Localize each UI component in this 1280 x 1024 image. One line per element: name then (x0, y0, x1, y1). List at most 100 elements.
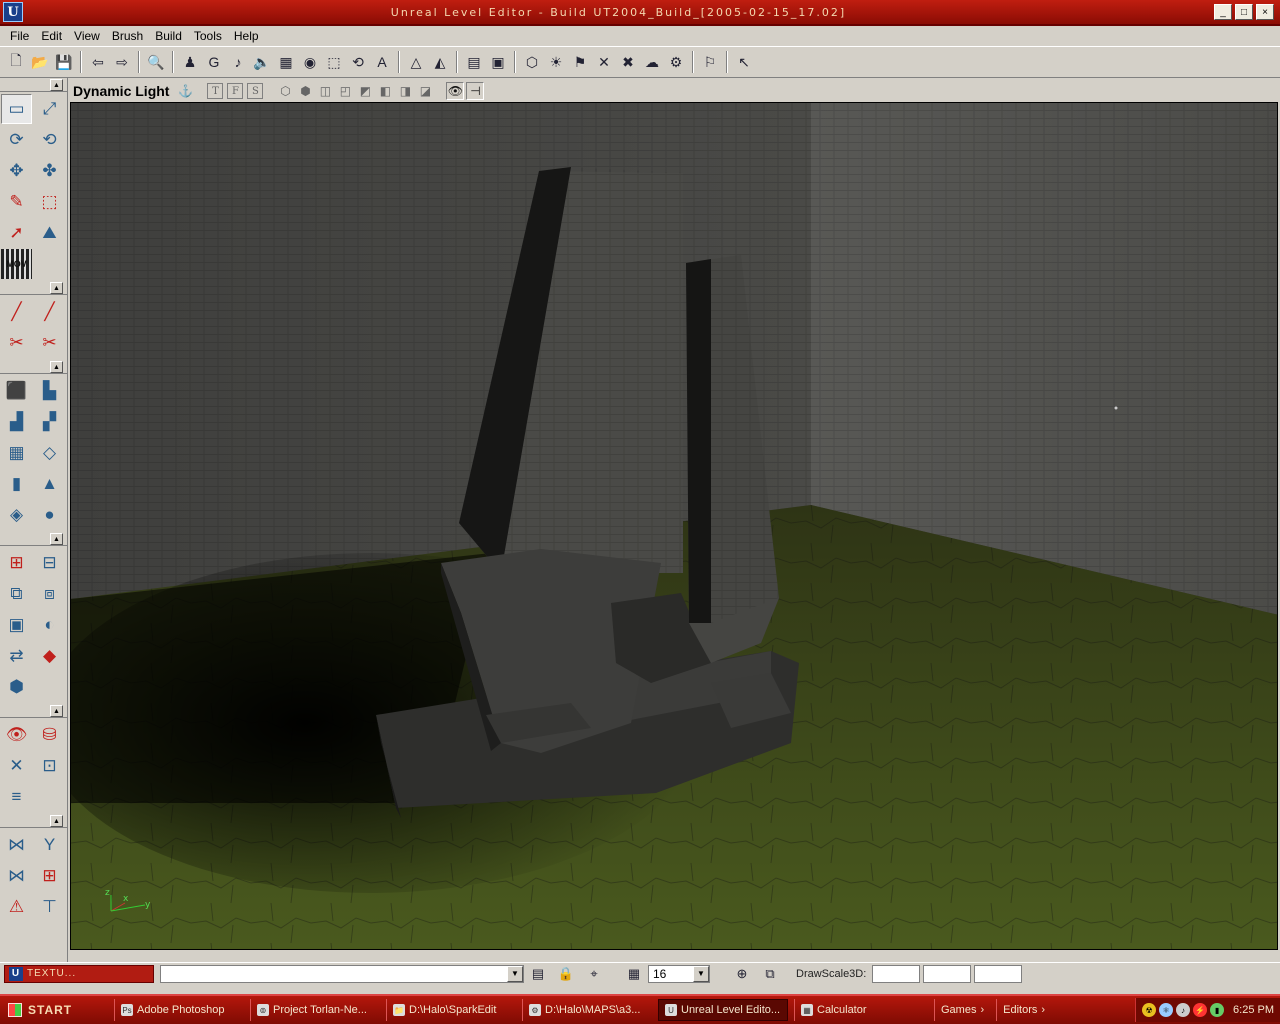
build-options-icon[interactable]: ☁ (641, 51, 663, 73)
chevron-down-icon[interactable]: ▼ (507, 965, 523, 982)
play-icon[interactable]: ⚐ (699, 51, 721, 73)
move-mode-icon[interactable]: ✥ (1, 156, 32, 186)
maximize-button[interactable]: □ (1235, 4, 1253, 20)
brush-line-alt-icon[interactable]: ╱ (34, 297, 65, 327)
curved-stairs-icon[interactable]: ▟ (1, 407, 32, 437)
zone-icon[interactable]: ⬢ (296, 82, 314, 100)
properties-icon[interactable]: ▤ (463, 51, 485, 73)
tray-flash-icon[interactable]: ⚡ (1193, 1003, 1208, 1017)
menu-tools[interactable]: Tools (188, 29, 228, 43)
show-flags-icon[interactable]: 👁 (446, 82, 465, 100)
open-icon[interactable]: 📂 (29, 51, 51, 73)
rotation-grid-icon[interactable]: ⊕ (732, 965, 752, 983)
viewport-title[interactable]: Dynamic Light (70, 83, 169, 99)
start-button[interactable]: START (4, 999, 108, 1021)
mirror-y-icon[interactable]: Y (34, 830, 65, 860)
vertex-edit-icon[interactable]: ✎ (1, 187, 32, 217)
tray-network-icon[interactable]: ⚛ (1159, 1003, 1174, 1017)
mirror-z-icon[interactable]: ⋈ (1, 861, 32, 891)
tray-battery-icon[interactable]: ▮ (1210, 1003, 1225, 1017)
snap-grid-icon[interactable]: ⊞ (34, 861, 65, 891)
mesh-icon[interactable]: ◉ (299, 51, 321, 73)
settings-icon[interactable]: ⚙ (665, 51, 687, 73)
maximize-viewport-icon[interactable]: ⧉ (760, 965, 780, 983)
side-view-button[interactable]: S (247, 83, 264, 99)
depth-icon[interactable]: ◨ (396, 82, 414, 100)
terrain-mode-icon[interactable]: ✤ (34, 156, 65, 186)
save-icon[interactable]: 💾 (53, 51, 75, 73)
brush-clip-icon[interactable]: ⬚ (34, 187, 65, 217)
taskbar-item[interactable]: 📁 D:\Halo\SparkEdit (386, 999, 516, 1021)
camera-mode-icon[interactable]: ▭ (1, 94, 32, 124)
lighting-only-icon[interactable]: ◧ (376, 82, 394, 100)
csg-deintersect-icon[interactable]: ⧈ (34, 579, 65, 609)
menu-build[interactable]: Build (149, 29, 188, 43)
close-button[interactable]: × (1256, 4, 1274, 20)
show-all-icon[interactable]: ⊡ (34, 751, 65, 781)
rotate-mode-icon[interactable]: ⟳ (1, 125, 32, 155)
viewport-options-icon[interactable]: ⊣ (466, 82, 485, 100)
font-icon[interactable]: A (371, 51, 393, 73)
stairs-icon[interactable]: ▙ (34, 376, 65, 406)
collapse-triangle-icon[interactable]: ▲ (50, 705, 63, 717)
collapse-triangle-icon[interactable]: ▲ (50, 282, 63, 294)
actor-icon[interactable]: ♟ (179, 51, 201, 73)
new-icon[interactable]: 🗋 (5, 51, 27, 73)
grid-toggle-icon[interactable]: ▦ (624, 965, 644, 983)
add-antiportal-icon[interactable]: ◆ (34, 641, 65, 671)
actor-lock-icon[interactable]: ⚓ (176, 82, 194, 100)
animation-icon[interactable]: ⟲ (347, 51, 369, 73)
front-view-button[interactable]: F (227, 83, 244, 99)
add-volume-icon[interactable]: ⇄ (1, 641, 32, 671)
build-paths-icon[interactable]: ⚑ (569, 51, 591, 73)
drawscale-x-field[interactable] (872, 964, 921, 983)
redo-icon[interactable]: ⇨ (111, 51, 133, 73)
prefab-icon[interactable]: △ (405, 51, 427, 73)
help-icon[interactable]: ↖ (733, 51, 755, 73)
cylinder-icon[interactable]: ▮ (1, 469, 32, 499)
taskbar-item[interactable]: ⊚ Project Torlan-Ne... (250, 999, 380, 1021)
static-mesh-icon[interactable]: ⬚ (323, 51, 345, 73)
align-icon[interactable]: ⊤ (34, 892, 65, 922)
brush-line-icon[interactable]: ╱ (1, 297, 32, 327)
sound-icon[interactable]: 🔈 (251, 51, 273, 73)
menu-brush[interactable]: Brush (106, 29, 149, 43)
lock-icon[interactable]: ⚠ (1, 892, 32, 922)
clip-icon[interactable]: ≡ (1, 782, 32, 812)
texture-usage-icon[interactable]: ◫ (316, 82, 334, 100)
show-selected-icon[interactable]: 👁 (1, 720, 32, 750)
command-combo[interactable]: ▼ (160, 964, 524, 983)
face-drag-icon[interactable]: ⛰ (34, 218, 65, 248)
plane-icon[interactable]: ◇ (34, 438, 65, 468)
grid-size-combo[interactable]: 16 ▼ (648, 964, 710, 983)
scale-mode-icon[interactable]: ⤢ (34, 94, 65, 124)
tray-app-icon[interactable]: ☢ (1142, 1003, 1157, 1017)
sphere-icon[interactable]: ● (34, 500, 65, 530)
collapse-triangle-icon[interactable]: ▲ (50, 533, 63, 545)
top-view-button[interactable]: T (207, 83, 224, 99)
collapse-triangle-icon[interactable]: ▲ (50, 361, 63, 373)
collapse-triangle-icon[interactable]: ▲ (50, 815, 63, 827)
music-icon[interactable]: ♪ (227, 51, 249, 73)
menu-view[interactable]: View (68, 29, 106, 43)
matinee-icon[interactable]: MOV (1, 249, 32, 279)
sheet-icon[interactable]: ▦ (1, 438, 32, 468)
drawscale-y-field[interactable] (923, 964, 972, 983)
minimize-button[interactable]: _ (1214, 4, 1232, 20)
taskbar-item[interactable]: ⚙ D:\Halo\MAPS\a3... (522, 999, 652, 1021)
vertex-snap-icon[interactable]: ⌖ (584, 965, 604, 983)
cone-icon[interactable]: ▲ (34, 469, 65, 499)
texture-pan-icon[interactable]: ⟲ (34, 125, 65, 155)
select-invert-icon[interactable]: ✕ (1, 751, 32, 781)
menu-edit[interactable]: Edit (35, 29, 68, 43)
lock-selection-icon[interactable]: 🔒 (556, 965, 576, 983)
taskbar-item[interactable]: U Unreal Level Edito... (658, 999, 788, 1021)
surface-icon[interactable]: ▣ (487, 51, 509, 73)
undo-icon[interactable]: ⇦ (87, 51, 109, 73)
split-icon[interactable]: ✂ (1, 328, 32, 358)
add-special-icon[interactable]: ▣ (1, 610, 32, 640)
tetra-icon[interactable]: ◈ (1, 500, 32, 530)
chevron-down-icon[interactable]: ▼ (693, 965, 709, 982)
split-alt-icon[interactable]: ✂ (34, 328, 65, 358)
menu-help[interactable]: Help (228, 29, 265, 43)
